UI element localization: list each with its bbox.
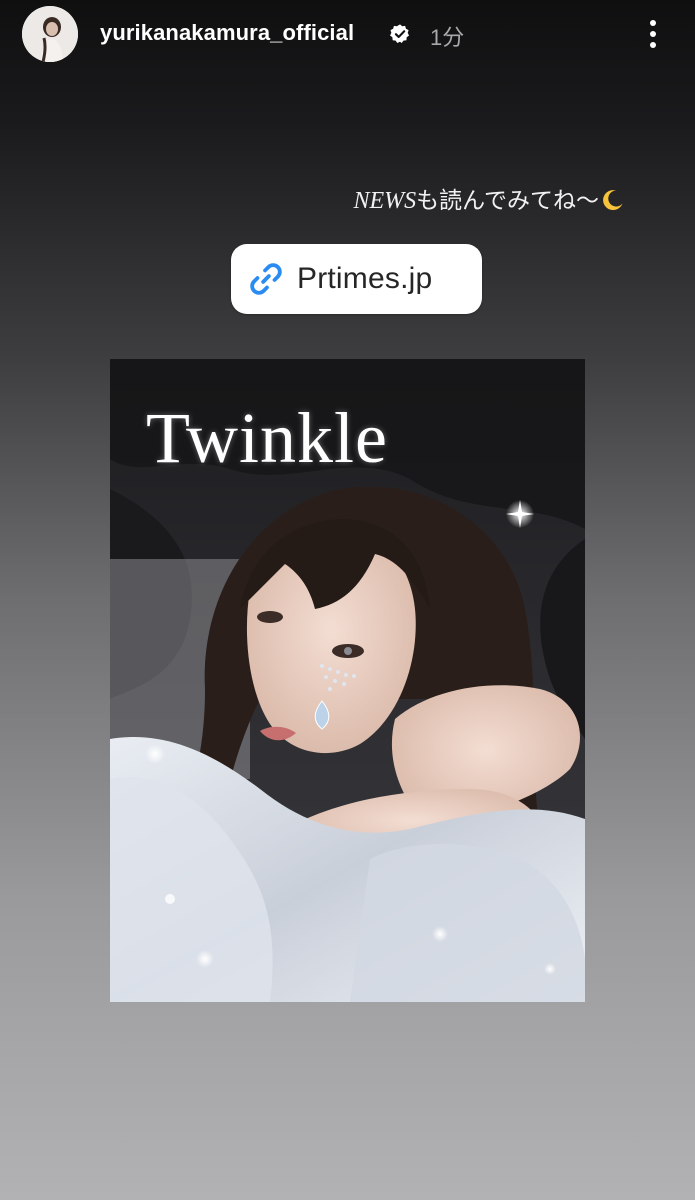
verified-badge-icon — [390, 24, 410, 43]
more-options-icon[interactable] — [640, 12, 666, 56]
poster-title: Twinkle — [146, 398, 388, 478]
dot — [650, 31, 656, 37]
avatar-image — [22, 6, 78, 62]
link-sticker[interactable]: Prtimes.jp — [231, 244, 482, 314]
avatar[interactable] — [22, 6, 78, 62]
username[interactable]: yurikanakamura_official — [100, 20, 354, 46]
dot — [650, 42, 656, 48]
caption-news: NEWS — [353, 188, 417, 214]
link-label: Prtimes.jp — [297, 262, 433, 295]
dot — [650, 20, 656, 26]
story-caption: NEWSも読んでみてね〜 — [353, 181, 625, 215]
story-header: yurikanakamura_official 1分 — [0, 0, 695, 70]
story-poster: Twinkle — [110, 359, 585, 1002]
timestamp: 1分 — [430, 25, 465, 50]
crescent-moon-icon — [603, 190, 623, 211]
caption-text: も読んでみてね〜 — [416, 187, 599, 213]
link-icon — [250, 263, 282, 295]
